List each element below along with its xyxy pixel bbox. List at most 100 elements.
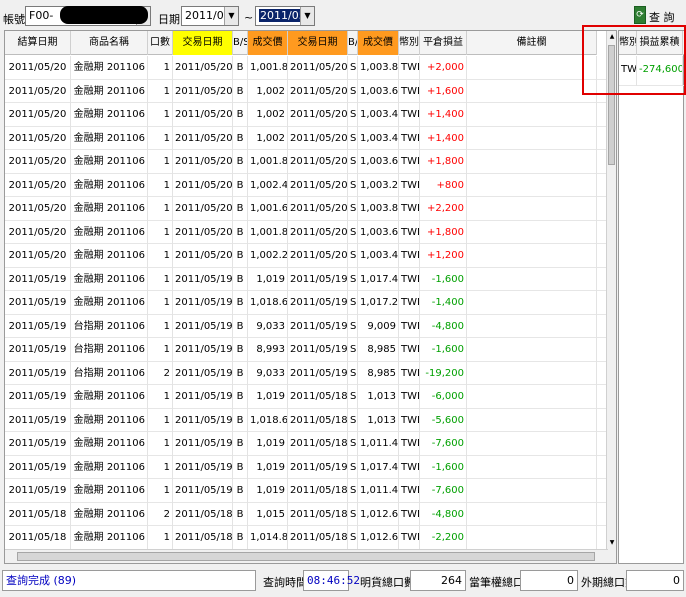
cell-trade-date-open: 2011/05/20: [173, 197, 233, 221]
cell-bs-close: S: [348, 361, 358, 385]
table-row[interactable]: 2011/05/20 金融期 201106 1 2011/05/20 B 1,002.4 2…: [5, 173, 608, 197]
account-label: 帳號: [3, 13, 25, 26]
horizontal-scroll-thumb[interactable]: [17, 552, 595, 561]
trade-grid[interactable]: 結算日期商品名稱口數交易日期B/S成交價交易日期B/S成交價幣別平倉損益備註欄 …: [4, 30, 617, 564]
cell-trade-date-open: 2011/05/19: [173, 361, 233, 385]
cell-trade-date-open: 2011/05/19: [173, 432, 233, 456]
column-header-currency[interactable]: 幣別: [399, 31, 420, 55]
column-header-product-name[interactable]: 商品名稱: [71, 31, 148, 55]
table-row[interactable]: 2011/05/19 金融期 201106 1 2011/05/19 B 1,018.6 2…: [5, 408, 608, 432]
column-header-bs-close[interactable]: B/S: [348, 31, 358, 55]
cell-product-name: 台指期 201106: [71, 314, 148, 338]
cell-pnl: -6,000: [420, 385, 467, 409]
cell-trade-date-close: 2011/05/19: [288, 291, 348, 315]
cell-price-close: 1,003.4: [358, 103, 399, 127]
cell-product-name: 金融期 201106: [71, 197, 148, 221]
summary-grid[interactable]: 幣別損益累積 TWD-274,600: [618, 30, 685, 564]
grid-header: 結算日期商品名稱口數交易日期B/S成交價交易日期B/S成交價幣別平倉損益備註欄: [5, 31, 597, 55]
table-row[interactable]: 2011/05/20 金融期 201106 1 2011/05/20 B 1,001.6 2…: [5, 197, 608, 221]
column-header-price-close[interactable]: 成交價: [358, 31, 399, 55]
cell-price-open: 9,033: [248, 314, 288, 338]
cell-trade-date-close: 2011/05/18: [288, 385, 348, 409]
cell-currency: TWD: [399, 173, 420, 197]
cell-bs-open: B: [233, 432, 248, 456]
table-row[interactable]: 2011/05/19 台指期 201106 1 2011/05/19 B 9,033 201…: [5, 314, 608, 338]
table-row[interactable]: 2011/05/19 金融期 201106 1 2011/05/19 B 1,019 201…: [5, 385, 608, 409]
cell-settle-date: 2011/05/19: [5, 385, 71, 409]
column-header-settle-date[interactable]: 結算日期: [5, 31, 71, 55]
cell-pnl: -7,600: [420, 479, 467, 503]
cell-currency: TWD: [399, 502, 420, 526]
column-header-qty[interactable]: 口數: [148, 31, 173, 55]
table-row[interactable]: 2011/05/20 金融期 201106 1 2011/05/20 B 1,001.8 2…: [5, 150, 608, 174]
cell-trade-date-open: 2011/05/19: [173, 291, 233, 315]
cell-price-open: 1,019: [248, 455, 288, 479]
chevron-down-icon[interactable]: ▼: [300, 7, 314, 25]
table-row[interactable]: 2011/05/19 金融期 201106 1 2011/05/19 B 1,019 201…: [5, 479, 608, 503]
table-row[interactable]: 2011/05/20 金融期 201106 1 2011/05/20 B 1,002 201…: [5, 79, 608, 103]
cell-price-close: 1,017.2: [358, 291, 399, 315]
column-header-remark[interactable]: 備註欄: [467, 31, 597, 55]
cell-qty: 1: [148, 455, 173, 479]
table-row[interactable]: 2011/05/19 金融期 201106 1 2011/05/19 B 1,019 201…: [5, 432, 608, 456]
cell-product-name: 金融期 201106: [71, 126, 148, 150]
query-button[interactable]: 查 詢: [649, 9, 675, 25]
cell-qty: 2: [148, 502, 173, 526]
table-row[interactable]: 2011/05/20 金融期 201106 1 2011/05/20 B 1,002 201…: [5, 126, 608, 150]
cell-trade-date-close: 2011/05/19: [288, 314, 348, 338]
table-row[interactable]: 2011/05/19 金融期 201106 1 2011/05/19 B 1,019 201…: [5, 455, 608, 479]
cell-qty: 1: [148, 150, 173, 174]
table-row[interactable]: 2011/05/19 台指期 201106 1 2011/05/19 B 8,993 201…: [5, 338, 608, 362]
table-row[interactable]: 2011/05/20 金融期 201106 1 2011/05/20 B 1,001.8 2…: [5, 220, 608, 244]
column-header-pnl[interactable]: 平倉損益: [420, 31, 467, 55]
chevron-down-icon[interactable]: ▼: [224, 7, 238, 25]
cell-price-open: 1,018.6: [248, 291, 288, 315]
table-row[interactable]: 2011/05/20 金融期 201106 1 2011/05/20 B 1,001.8 2…: [5, 56, 608, 80]
cell-remark: [467, 361, 597, 385]
column-header-bs-open[interactable]: B/S: [233, 31, 248, 55]
scroll-down-icon[interactable]: ▼: [607, 537, 616, 549]
time-label: 查詢時間: [263, 576, 307, 589]
cell-pnl: +1,400: [420, 126, 467, 150]
table-row[interactable]: 2011/05/19 金融期 201106 1 2011/05/19 B 1,019 201…: [5, 267, 608, 291]
horizontal-scrollbar[interactable]: [5, 549, 608, 563]
table-row[interactable]: 2011/05/19 台指期 201106 2 2011/05/19 B 9,033 201…: [5, 361, 608, 385]
cell-currency: TWD: [399, 79, 420, 103]
table-row[interactable]: 2011/05/18 金融期 201106 2 2011/05/18 B 1,015 201…: [5, 502, 608, 526]
cell-pnl: -4,800: [420, 314, 467, 338]
cell-price-close: 8,985: [358, 361, 399, 385]
cell-price-close: 1,013: [358, 408, 399, 432]
redaction-mask: [60, 6, 148, 24]
column-header-trade-date-open[interactable]: 交易日期: [173, 31, 233, 55]
cell-price-close: 8,985: [358, 338, 399, 362]
cell-bs-close: S: [348, 56, 358, 80]
cell-qty: 1: [148, 267, 173, 291]
cell-trade-date-open: 2011/05/20: [173, 220, 233, 244]
refresh-icon[interactable]: ⟳: [634, 6, 646, 24]
cell-trade-date-close: 2011/05/20: [288, 56, 348, 80]
cell-trade-date-close: 2011/05/20: [288, 103, 348, 127]
cell-remark: [467, 220, 597, 244]
cell-bs-close: S: [348, 479, 358, 503]
column-header-trade-date-close[interactable]: 交易日期: [288, 31, 348, 55]
cell-trade-date-open: 2011/05/19: [173, 267, 233, 291]
cell-pnl: +2,000: [420, 56, 467, 80]
cell-bs-open: B: [233, 150, 248, 174]
column-header-price-open[interactable]: 成交價: [248, 31, 288, 55]
cell-qty: 2: [148, 361, 173, 385]
table-row[interactable]: 2011/05/20 金融期 201106 1 2011/05/20 B 1,002 201…: [5, 103, 608, 127]
cell-product-name: 金融期 201106: [71, 432, 148, 456]
cell-trade-date-open: 2011/05/19: [173, 455, 233, 479]
date-to-input[interactable]: 2011/05/ ▼: [255, 6, 315, 26]
cell-price-open: 1,019: [248, 385, 288, 409]
cell-pnl: +1,800: [420, 220, 467, 244]
table-row[interactable]: 2011/05/19 金融期 201106 1 2011/05/19 B 1,018.6 2…: [5, 291, 608, 315]
date-from-input[interactable]: 2011/05/ ▼: [181, 6, 239, 26]
cell-bs-open: B: [233, 291, 248, 315]
cell-bs-close: S: [348, 267, 358, 291]
table-row[interactable]: 2011/05/20 金融期 201106 1 2011/05/20 B 1,002.2 2…: [5, 244, 608, 268]
cell-bs-close: S: [348, 526, 358, 550]
table-row[interactable]: 2011/05/18 金融期 201106 1 2011/05/18 B 1,014.8 2…: [5, 526, 608, 550]
vertical-scrollbar[interactable]: ▲ ▼: [606, 31, 616, 563]
cell-pnl: -5,600: [420, 408, 467, 432]
